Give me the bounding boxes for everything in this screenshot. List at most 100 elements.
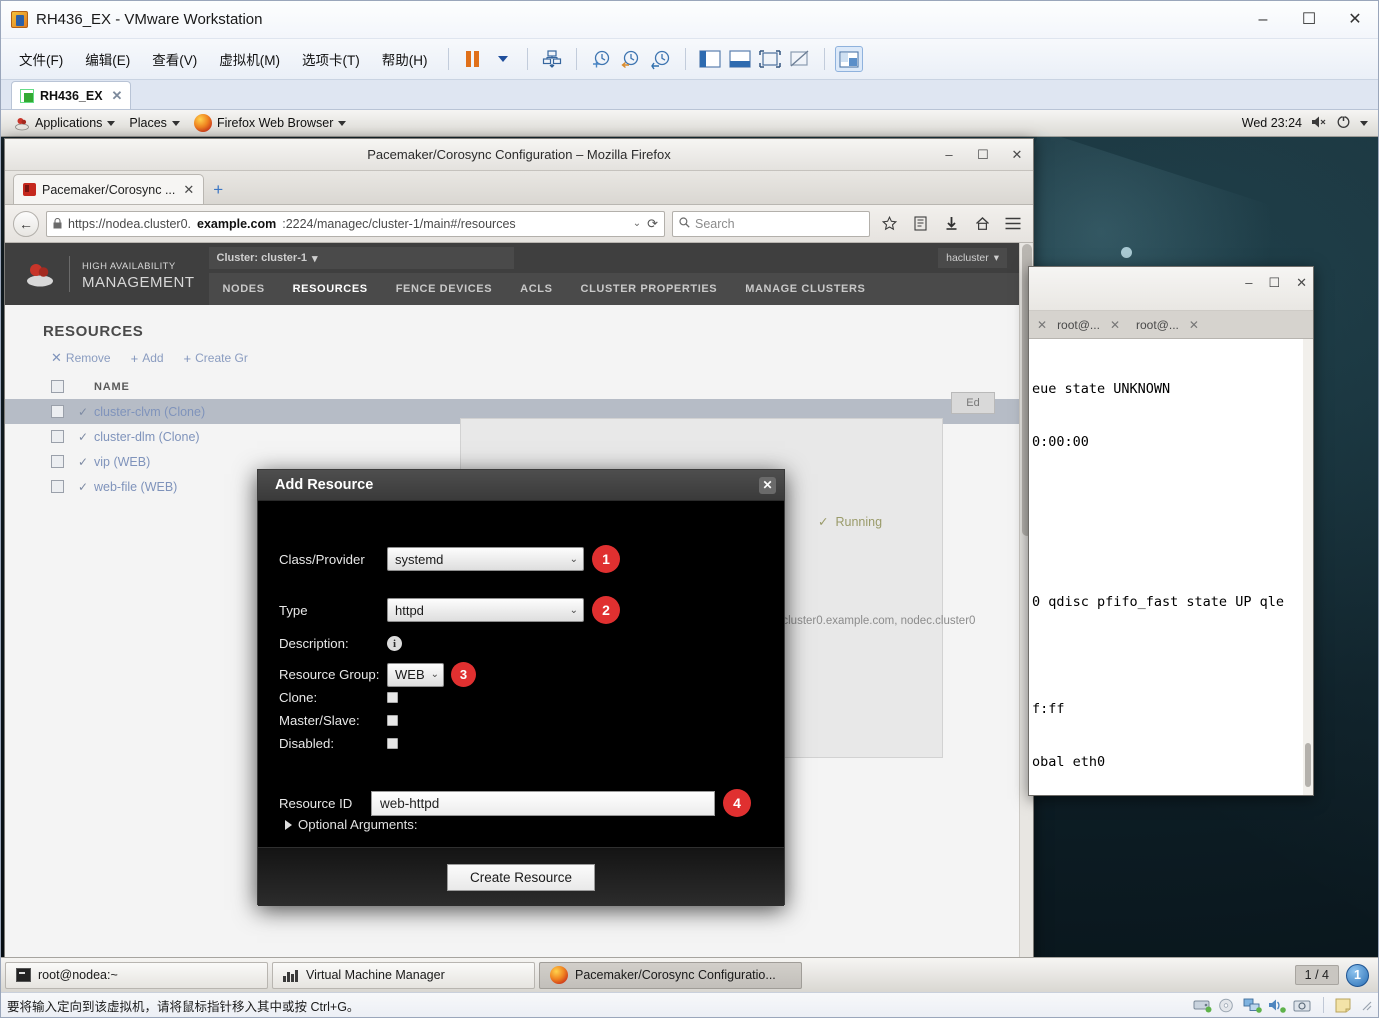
vm-tab-close-icon[interactable]: ✕	[109, 88, 123, 104]
downloads-icon[interactable]	[939, 211, 963, 237]
nav-item-nodes[interactable]: NODES	[209, 273, 279, 305]
firefox-minimize-button[interactable]: –	[939, 147, 959, 163]
terminal-tab-1[interactable]: ✕ root@... ✕	[1029, 311, 1128, 339]
applications-menu[interactable]: Applications	[7, 114, 122, 133]
power-icon[interactable]	[1336, 114, 1351, 132]
terminal-tab-2[interactable]: root@... ✕	[1128, 311, 1207, 339]
back-button[interactable]: ←	[13, 210, 39, 237]
new-tab-button[interactable]: +	[204, 180, 232, 204]
url-bar[interactable]: https://nodea.cluster0. example.com:2224/…	[46, 210, 665, 237]
menu-help[interactable]: 帮助(H)	[372, 45, 438, 73]
notes-icon[interactable]	[1335, 998, 1354, 1013]
user-menu[interactable]: hacluster ▾	[938, 248, 1007, 268]
browser-tab-pacemaker[interactable]: Pacemaker/Corosync ... ✕	[13, 174, 205, 204]
terminal-tab-close-icon[interactable]: ✕	[1189, 318, 1199, 332]
info-icon[interactable]: i	[387, 636, 402, 651]
dropdown-caret-icon[interactable]	[489, 46, 517, 72]
snapshot-manager-icon[interactable]	[647, 46, 675, 72]
vmware-titlebar: RH436_EX - VMware Workstation – ☐ ✕	[1, 1, 1378, 39]
taskbar-item-firefox[interactable]: Pacemaker/Corosync Configuratio...	[539, 961, 802, 989]
nav-item-resources[interactable]: RESOURCES	[279, 273, 382, 305]
taskbar-item-vmm[interactable]: Virtual Machine Manager	[272, 961, 535, 989]
terminal-output[interactable]: eue state UNKNOWN 0:00:00 0 qdisc pfifo_…	[1029, 339, 1313, 795]
workspace-indicator[interactable]: 1 / 4	[1294, 965, 1339, 985]
menu-edit[interactable]: 编辑(E)	[75, 45, 140, 73]
network-adapter-icon[interactable]	[1243, 998, 1262, 1013]
optional-arguments-row[interactable]: Optional Arguments:	[285, 817, 418, 832]
console-view-icon[interactable]	[834, 46, 863, 72]
places-menu[interactable]: Places	[122, 114, 187, 132]
master-slave-checkbox[interactable]	[387, 715, 398, 726]
reload-icon[interactable]: ⟳	[647, 216, 658, 232]
terminal-tab-close-icon[interactable]: ✕	[1110, 318, 1120, 332]
workspace-badge[interactable]: 1	[1346, 963, 1369, 987]
minimize-button[interactable]: –	[1240, 1, 1286, 39]
snapshot-take-icon[interactable]	[587, 46, 615, 72]
create-resource-button[interactable]: Create Resource	[446, 863, 596, 891]
row-checkbox[interactable]	[51, 455, 64, 468]
nav-item-fence-devices[interactable]: FENCE DEVICES	[382, 273, 506, 305]
nav-item-manage-clusters[interactable]: MANAGE CLUSTERS	[731, 273, 879, 305]
type-select[interactable]: httpd ⌄	[387, 598, 584, 622]
row-checkbox[interactable]	[51, 480, 64, 493]
menu-file[interactable]: 文件(F)	[9, 45, 73, 73]
camera-icon[interactable]	[1293, 998, 1312, 1013]
nav-item-cluster-properties[interactable]: CLUSTER PROPERTIES	[567, 273, 732, 305]
taskbar-item-terminal[interactable]: root@nodea:~	[5, 961, 268, 989]
resource-group-select[interactable]: WEB ⌄	[387, 662, 444, 687]
chevron-down-icon[interactable]	[1360, 120, 1368, 126]
clone-checkbox[interactable]	[387, 692, 398, 703]
edit-button[interactable]: Ed	[951, 392, 995, 414]
close-button[interactable]: ✕	[1332, 1, 1378, 39]
class-provider-select[interactable]: systemd ⌄	[387, 547, 584, 571]
firefox-maximize-button[interactable]: ☐	[973, 147, 993, 163]
nav-item-acls[interactable]: ACLS	[506, 273, 566, 305]
maximize-button[interactable]: ☐	[1286, 1, 1332, 39]
terminal-close-button[interactable]: ✕	[1296, 275, 1307, 291]
select-all-checkbox[interactable]	[51, 380, 64, 393]
row-checkbox[interactable]	[51, 430, 64, 443]
resize-grip-icon[interactable]	[1360, 999, 1372, 1011]
sound-card-icon[interactable]	[1268, 998, 1287, 1013]
send-ctrl-alt-del-icon[interactable]	[538, 46, 566, 72]
hard-disk-icon[interactable]	[1193, 998, 1212, 1013]
disabled-checkbox[interactable]	[387, 738, 398, 749]
terminal-scrollbar[interactable]	[1303, 339, 1313, 795]
bookmark-star-icon[interactable]	[877, 211, 901, 237]
browser-tab-close-icon[interactable]: ✕	[183, 182, 194, 198]
terminal-tab-close-icon[interactable]: ✕	[1037, 318, 1047, 332]
remove-resource-button[interactable]: ✕ Remove	[51, 350, 111, 366]
add-resource-button[interactable]: + Add	[131, 351, 164, 366]
search-bar[interactable]: Search	[672, 210, 870, 237]
full-screen-icon[interactable]	[756, 46, 784, 72]
home-icon[interactable]	[970, 211, 994, 237]
create-group-button[interactable]: + Create Gr	[184, 351, 248, 366]
terminal-maximize-button[interactable]: ☐	[1268, 275, 1280, 291]
user-menu-label: hacluster	[946, 252, 989, 264]
unity-mode-icon[interactable]	[786, 46, 814, 72]
firefox-close-button[interactable]: ✕	[1007, 147, 1027, 163]
cluster-selector[interactable]: Cluster: cluster-1 ▾	[208, 247, 514, 269]
vmm-icon	[283, 969, 299, 982]
terminal-minimize-button[interactable]: –	[1245, 275, 1252, 291]
vm-tab-rh436ex[interactable]: RH436_EX ✕	[11, 81, 132, 109]
pause-icon[interactable]	[459, 46, 487, 72]
cd-dvd-icon[interactable]	[1218, 998, 1237, 1013]
volume-muted-icon[interactable]	[1311, 115, 1327, 132]
url-dropdown-caret-icon[interactable]: ⌄	[633, 218, 641, 229]
panel-clock[interactable]: Wed 23:24	[1242, 116, 1302, 130]
dialog-close-button[interactable]: ✕	[759, 476, 776, 494]
show-library-icon[interactable]	[696, 46, 724, 72]
terminal-scrollbar-thumb[interactable]	[1305, 743, 1311, 787]
terminal-titlebar: – ☐ ✕	[1029, 267, 1313, 311]
show-thumbnail-bar-icon[interactable]	[726, 46, 754, 72]
firefox-panel-button[interactable]: Firefox Web Browser	[187, 112, 353, 134]
resource-id-input[interactable]: web-httpd	[371, 790, 715, 816]
snapshot-revert-icon[interactable]	[617, 46, 645, 72]
hamburger-menu-icon[interactable]	[1001, 211, 1025, 237]
reader-list-icon[interactable]	[908, 211, 932, 237]
menu-vm[interactable]: 虚拟机(M)	[209, 45, 290, 73]
menu-view[interactable]: 查看(V)	[142, 45, 207, 73]
menu-tabs[interactable]: 选项卡(T)	[292, 45, 370, 73]
row-checkbox[interactable]	[51, 405, 64, 418]
